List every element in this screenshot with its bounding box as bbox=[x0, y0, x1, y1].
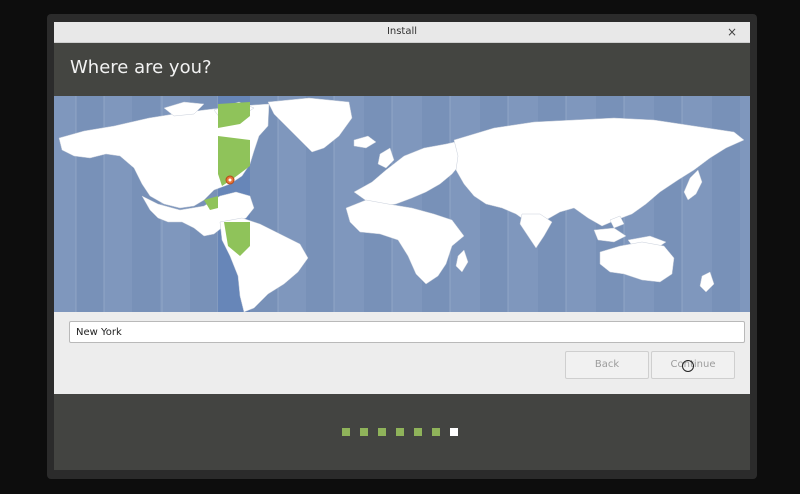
progress-step bbox=[414, 428, 422, 436]
timezone-map[interactable] bbox=[54, 96, 750, 312]
back-button[interactable]: Back bbox=[565, 351, 649, 379]
progress-step-current bbox=[450, 428, 458, 436]
window-title: Install bbox=[386, 26, 418, 37]
world-map-icon[interactable] bbox=[54, 96, 750, 312]
page-header: Where are you? bbox=[54, 43, 750, 96]
progress-footer bbox=[54, 394, 750, 470]
progress-step bbox=[342, 428, 350, 436]
mouse-cursor-icon bbox=[682, 360, 694, 372]
progress-step bbox=[378, 428, 386, 436]
progress-step bbox=[396, 428, 404, 436]
progress-steps bbox=[342, 428, 458, 436]
location-marker-icon bbox=[225, 175, 235, 185]
installer-window: Install × Where are you? New York Back C… bbox=[54, 22, 750, 470]
progress-step bbox=[360, 428, 368, 436]
location-input[interactable] bbox=[69, 321, 745, 343]
progress-step bbox=[432, 428, 440, 436]
close-icon[interactable]: × bbox=[724, 24, 740, 40]
page-title: Where are you? bbox=[70, 57, 212, 78]
title-bar[interactable]: Install × bbox=[54, 22, 750, 43]
